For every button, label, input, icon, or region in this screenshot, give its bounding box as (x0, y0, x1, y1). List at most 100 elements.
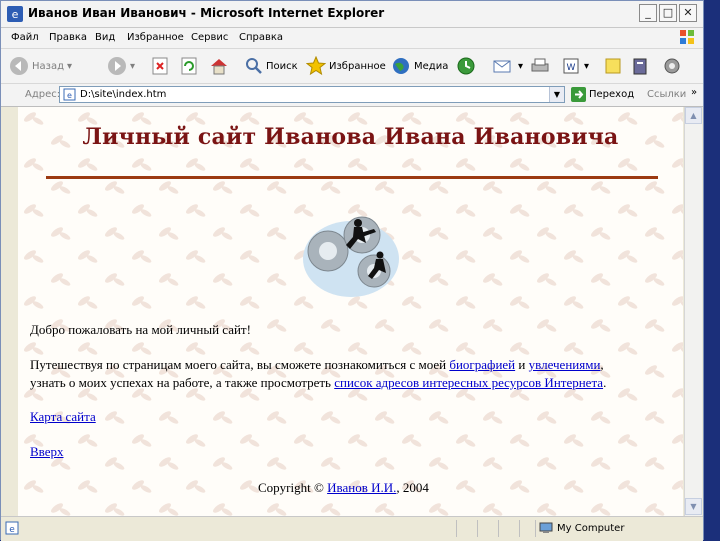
security-zone: My Computer (539, 522, 624, 534)
media-button[interactable]: Медиа (391, 53, 448, 79)
page-heading: Личный сайт Иванова Ивана Ивановича (82, 124, 619, 150)
welcome-text: Добро пожаловать на мой личный сайт! (30, 322, 251, 337)
address-input[interactable]: e D:\site\index.htm ▼ (59, 86, 565, 103)
author-link[interactable]: Иванов И.И. (327, 480, 396, 495)
minimize-button[interactable]: _ (639, 4, 657, 22)
discuss-button[interactable] (603, 53, 623, 79)
standard-toolbar: Назад ▾ ▾ Поиск Избранное Медиа ▾ W ▾ (1, 49, 703, 84)
svg-text:e: e (67, 91, 72, 100)
biography-link[interactable]: биографией (449, 357, 515, 372)
back-label: Назад (32, 60, 65, 72)
forward-button[interactable]: ▾ (107, 53, 135, 79)
links-button[interactable]: Ссылки (647, 89, 686, 100)
address-dropdown-icon[interactable]: ▼ (549, 87, 564, 102)
messenger-button[interactable] (661, 53, 683, 79)
svg-text:W: W (567, 63, 576, 73)
title-bar[interactable]: e Иванов Иван Иванович - Microsoft Inter… (1, 1, 703, 28)
search-button[interactable]: Поиск (245, 53, 298, 79)
favorites-star-icon (306, 56, 326, 76)
my-computer-icon (539, 522, 553, 533)
intro-text-2: узнать о моих успехах на работе, а также… (30, 375, 335, 390)
intro-line-1: Путешествуя по страницам моего сайта, вы… (30, 357, 604, 373)
gears-runners-clipart (303, 216, 399, 297)
status-bar: e My Computer (1, 516, 703, 541)
address-bar: Адрес: e D:\site\index.htm ▼ Переход Ссы… (1, 84, 703, 107)
search-label: Поиск (266, 60, 298, 72)
mail-icon (493, 60, 511, 73)
favorites-label: Избранное (329, 60, 386, 72)
menu-view[interactable]: Вид (95, 32, 115, 43)
edit-button[interactable]: W ▾ (563, 53, 589, 79)
intro-comma: , (600, 357, 604, 372)
page-status-icon: e (5, 521, 19, 535)
menu-favorites[interactable]: Избранное (127, 32, 184, 43)
windows-logo-icon (680, 30, 694, 44)
scroll-up-icon[interactable]: ▲ (685, 107, 702, 124)
intro-line-2: узнать о моих успехах на работе, а также… (30, 375, 606, 391)
forward-dropdown-icon: ▾ (130, 60, 136, 72)
toolbar-chevron-icon[interactable]: » (691, 87, 697, 98)
copyright-suffix: , 2004 (396, 480, 429, 495)
resources-link[interactable]: список адресов интересных ресурсов Интер… (334, 375, 603, 390)
word-edit-icon: W (563, 58, 579, 74)
history-button[interactable] (456, 53, 476, 79)
stop-button[interactable] (151, 53, 169, 79)
status-divider (535, 520, 536, 537)
close-button[interactable]: ✕ (679, 4, 697, 22)
back-arrow-icon (10, 57, 28, 75)
top-row: Вверх (30, 444, 64, 460)
back-dropdown-icon: ▾ (67, 60, 73, 72)
vertical-scrollbar[interactable]: ▲ ▼ (684, 107, 702, 516)
sitemap-row: Карта сайта (30, 409, 96, 425)
status-divider (498, 520, 499, 537)
zone-label: My Computer (557, 522, 625, 534)
hobbies-link[interactable]: увлечениями (529, 357, 601, 372)
intro-text-1: Путешествуя по страницам моего сайта, вы… (30, 357, 450, 372)
scroll-down-icon[interactable]: ▼ (685, 498, 702, 515)
status-divider (456, 520, 457, 537)
search-icon (246, 58, 262, 74)
history-icon (457, 57, 475, 75)
go-arrow-icon (571, 87, 586, 102)
copyright-line: Copyright © Иванов И.И., 2004 (258, 480, 429, 496)
mail-dropdown-icon: ▾ (518, 60, 524, 72)
address-value: D:\site\index.htm (80, 89, 167, 100)
home-button[interactable] (209, 53, 229, 79)
window-title: Иванов Иван Иванович - Microsoft Interne… (28, 6, 385, 20)
print-button[interactable] (530, 53, 550, 79)
back-button[interactable]: Назад ▾ (9, 53, 72, 79)
menu-edit[interactable]: Правка (49, 32, 87, 43)
stop-icon (152, 57, 168, 75)
research-icon (633, 58, 647, 75)
research-button[interactable] (631, 53, 651, 79)
go-button[interactable]: Переход (571, 87, 634, 102)
favorites-button[interactable]: Избранное (306, 53, 386, 79)
home-icon (211, 59, 227, 75)
maximize-button[interactable]: □ (659, 4, 677, 22)
menu-file[interactable]: Файл (11, 32, 39, 43)
gear-icon (664, 58, 680, 74)
svg-text:e: e (12, 8, 19, 21)
sitemap-link[interactable]: Карта сайта (30, 409, 96, 424)
mail-button[interactable]: ▾ (493, 53, 523, 79)
go-label: Переход (589, 89, 635, 100)
menu-help[interactable]: Справка (239, 32, 283, 43)
copyright-prefix: Copyright © (258, 480, 328, 495)
menu-bar: Файл Правка Вид Избранное Сервис Справка (1, 28, 703, 49)
media-label: Медиа (414, 60, 449, 72)
top-link[interactable]: Вверх (30, 444, 64, 459)
heading-divider (46, 176, 658, 179)
status-divider (519, 520, 520, 537)
status-divider (477, 520, 478, 537)
menu-tools[interactable]: Сервис (191, 32, 228, 43)
refresh-icon (181, 57, 197, 75)
svg-text:e: e (9, 525, 15, 535)
intro-and: и (515, 357, 529, 372)
background-pattern (18, 107, 683, 516)
refresh-button[interactable] (180, 53, 198, 79)
ie-app-icon: e (7, 6, 23, 22)
note-icon (605, 58, 621, 74)
intro-period: . (603, 375, 607, 390)
edit-dropdown-icon: ▾ (584, 60, 590, 72)
printer-icon (531, 58, 549, 72)
